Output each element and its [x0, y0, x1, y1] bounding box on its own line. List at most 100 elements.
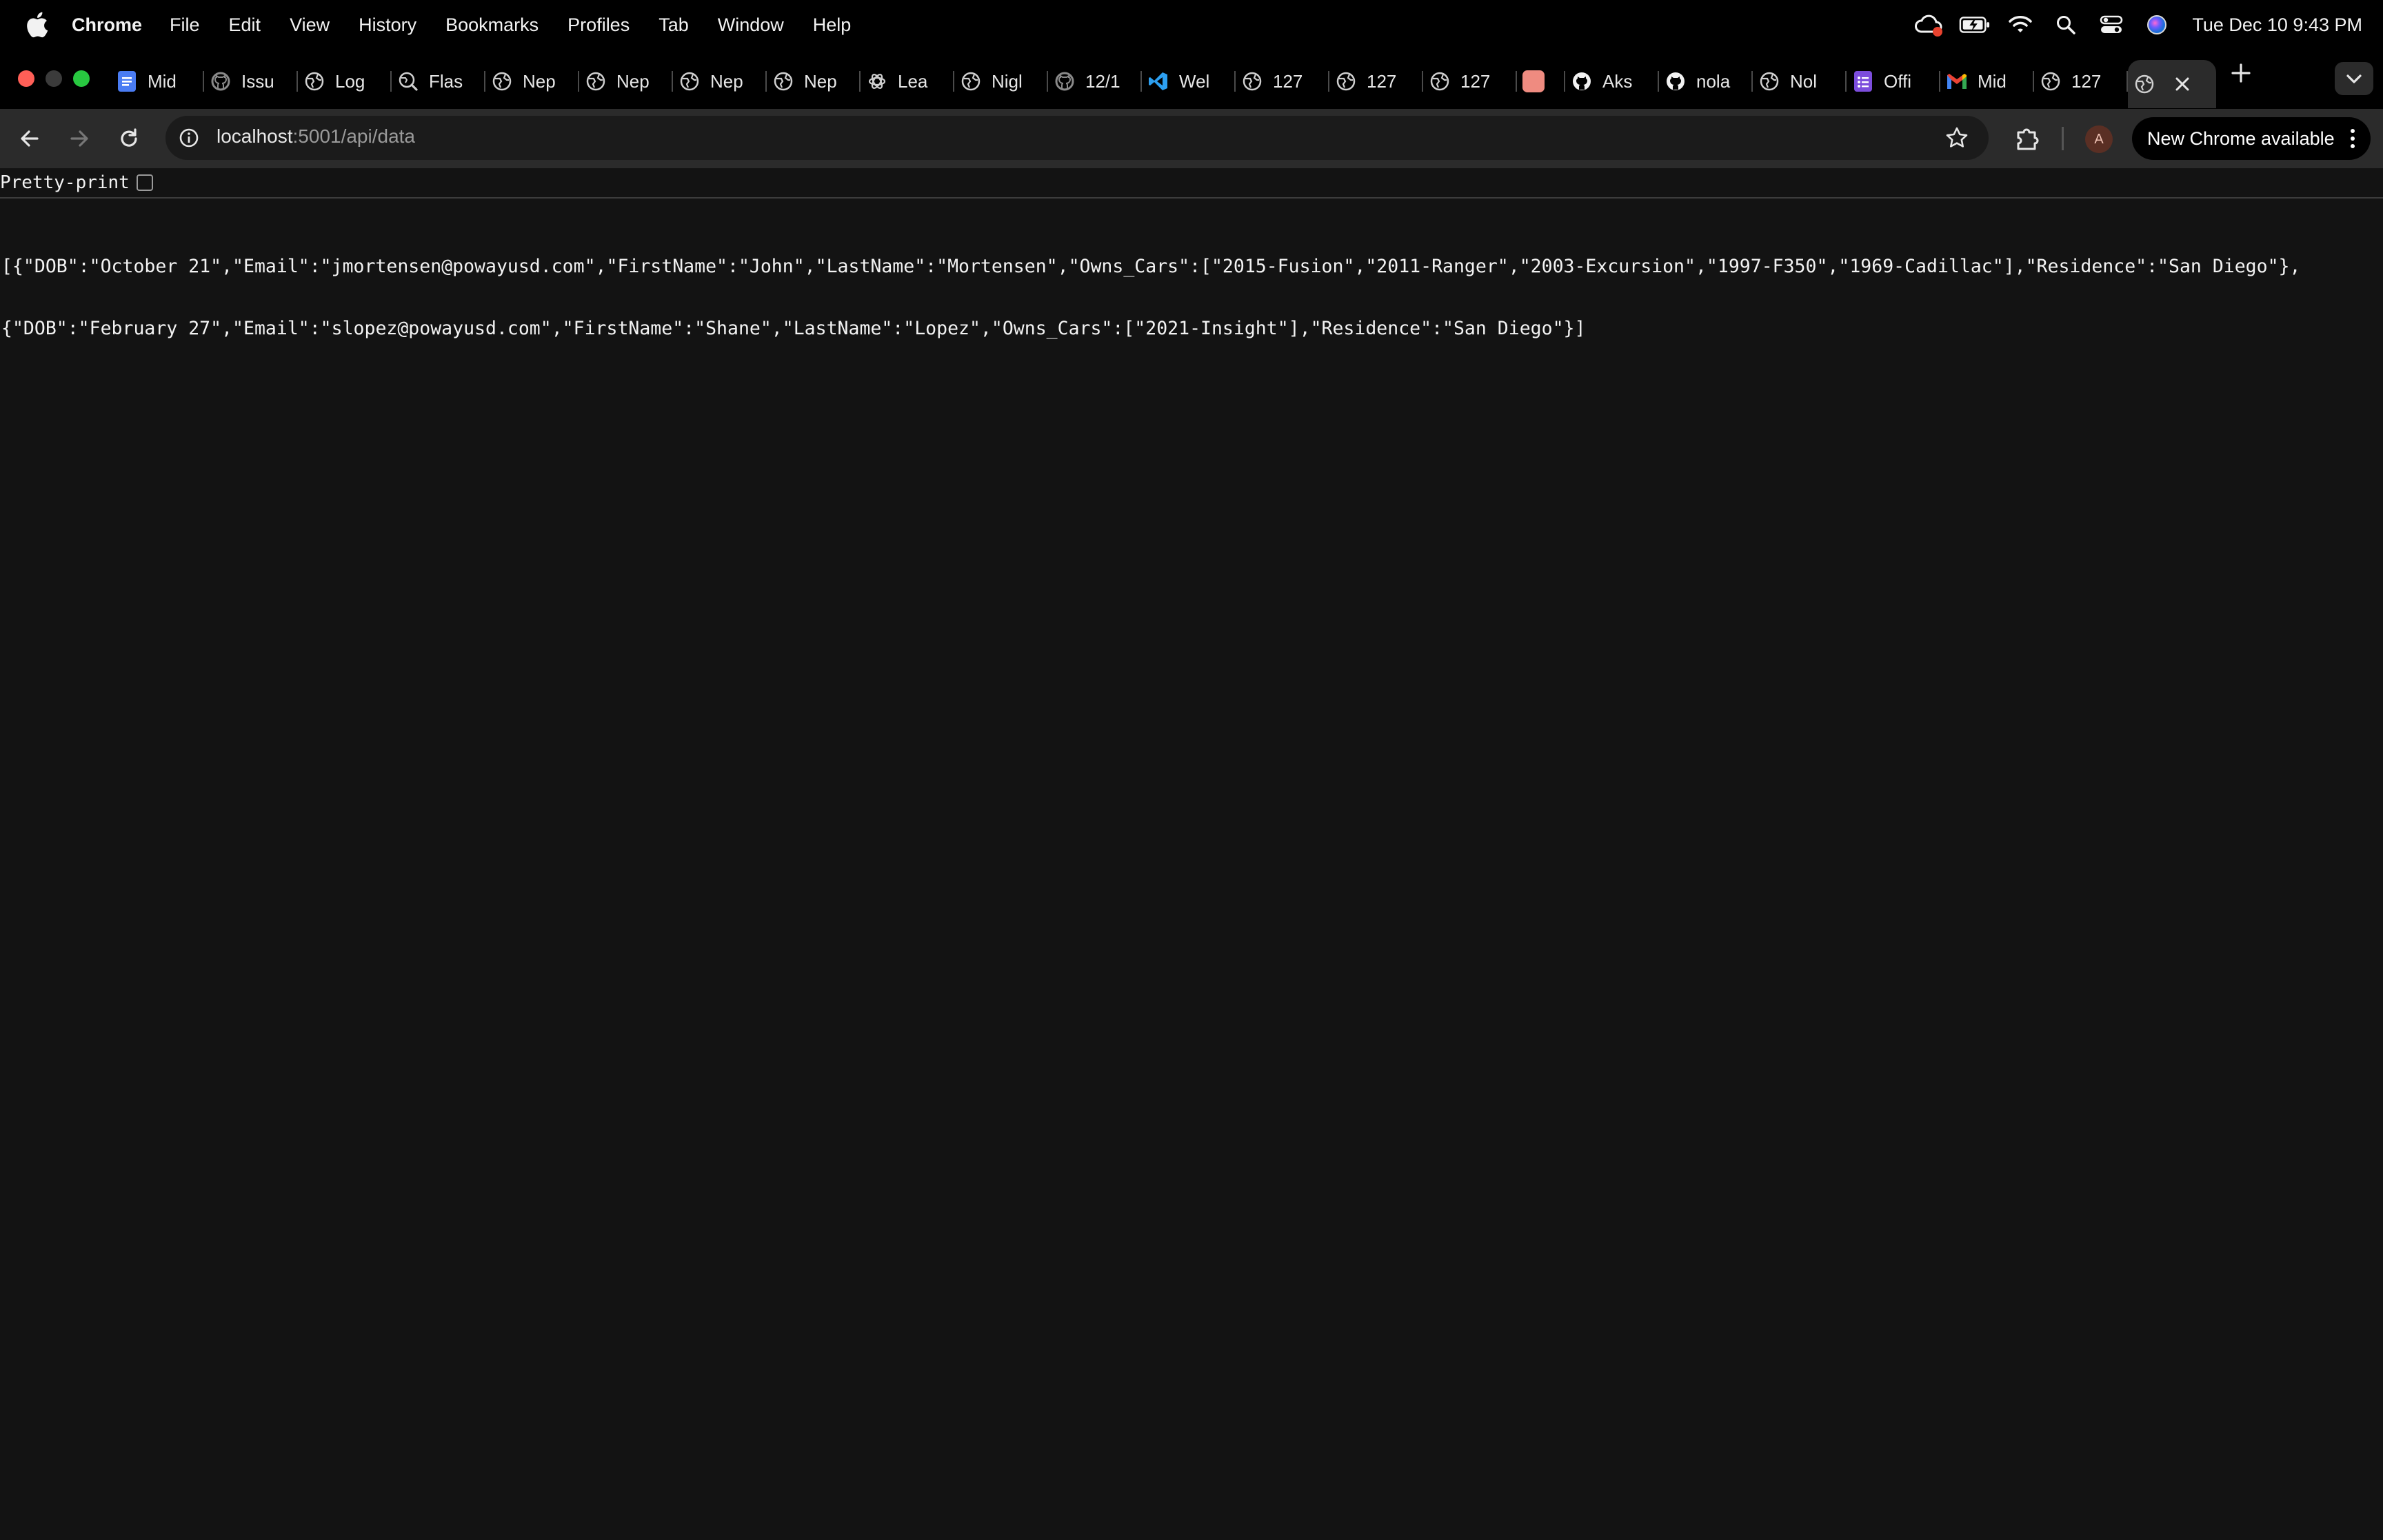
- globe-icon: [585, 70, 607, 92]
- window-zoom-button[interactable]: [73, 70, 90, 87]
- menu-window[interactable]: Window: [718, 14, 784, 36]
- apple-logo-icon[interactable]: [23, 10, 54, 40]
- globe-icon: [491, 70, 513, 92]
- tab-17[interactable]: nola: [1659, 60, 1753, 103]
- tab-list: Mid Issu Log Flas Nep Nep Nep Nep Lea Ni…: [110, 58, 2216, 108]
- tab-title: 127: [1273, 70, 1303, 92]
- siri-icon[interactable]: [2141, 9, 2173, 41]
- site-info-icon[interactable]: [178, 127, 200, 149]
- extensions-puzzle-icon[interactable]: [2012, 123, 2044, 154]
- menu-profiles[interactable]: Profiles: [567, 14, 630, 36]
- wifi-icon[interactable]: [2004, 9, 2036, 41]
- github-icon: [210, 70, 232, 92]
- new-chrome-available-button[interactable]: New Chrome available: [2132, 117, 2371, 160]
- page-content: Pretty-print [{"DOB":"October 21","Email…: [0, 168, 2383, 1540]
- menu-help[interactable]: Help: [813, 14, 852, 36]
- status-area: Tue Dec 10 9:43 PM: [1900, 0, 2362, 50]
- tab-14[interactable]: 127: [1423, 60, 1517, 103]
- tab-search-button[interactable]: [2335, 62, 2373, 95]
- address-bar[interactable]: localhost:5001/api/data: [165, 116, 1989, 160]
- vscode-icon: [1147, 70, 1169, 92]
- tab-0[interactable]: Mid: [110, 60, 204, 103]
- tab-active[interactable]: [2128, 60, 2216, 108]
- battery-charging-icon[interactable]: [1959, 9, 1991, 41]
- tab-5[interactable]: Nep: [579, 60, 673, 103]
- json-line: {"DOB":"February 27","Email":"slopez@pow…: [1, 318, 1586, 339]
- github-icon: [1665, 70, 1687, 92]
- menu-view[interactable]: View: [290, 14, 330, 36]
- close-tab-icon[interactable]: [2173, 75, 2191, 93]
- menu-edit[interactable]: Edit: [229, 14, 261, 36]
- tab-title: nola: [1696, 70, 1731, 92]
- menu-bookmarks[interactable]: Bookmarks: [445, 14, 539, 36]
- control-center-icon[interactable]: [2095, 9, 2127, 41]
- url-text[interactable]: localhost:5001/api/data: [217, 125, 415, 148]
- tab-title: 127: [1460, 70, 1491, 92]
- tab-title: 12/1: [1085, 70, 1120, 92]
- globe-icon: [1241, 70, 1263, 92]
- tab-7[interactable]: Nep: [767, 60, 861, 103]
- globe-icon: [2133, 73, 2155, 95]
- openai-icon: [866, 70, 888, 92]
- menu-app-name[interactable]: Chrome: [72, 14, 142, 36]
- pretty-print-checkbox[interactable]: [136, 174, 153, 191]
- creative-cloud-icon[interactable]: [1913, 9, 1945, 41]
- tab-title: Nol: [1790, 70, 1818, 92]
- tab-21[interactable]: 127: [2034, 60, 2128, 103]
- tab-15[interactable]: [1517, 60, 1565, 103]
- tab-10[interactable]: 12/1: [1048, 60, 1142, 103]
- gmail-icon: [1946, 70, 1968, 92]
- tab-3[interactable]: Flas: [392, 60, 485, 103]
- tab-title: Offi: [1884, 70, 1911, 92]
- profile-avatar[interactable]: A: [2085, 125, 2113, 153]
- globe-icon: [303, 70, 325, 92]
- reload-icon: [121, 128, 137, 147]
- tab-2[interactable]: Log: [298, 60, 392, 103]
- menu-history[interactable]: History: [359, 14, 416, 36]
- globe-icon: [1758, 70, 1780, 92]
- spotlight-search-icon[interactable]: [2050, 9, 2082, 41]
- globe-icon: [2040, 70, 2062, 92]
- tab-8[interactable]: Lea: [861, 60, 954, 103]
- window-minimize-button[interactable]: [46, 70, 62, 87]
- tab-11[interactable]: Wel: [1142, 60, 1236, 103]
- tab-6[interactable]: Nep: [673, 60, 767, 103]
- tab-12[interactable]: 127: [1236, 60, 1329, 103]
- forward-button[interactable]: [63, 123, 95, 154]
- globe-icon: [1429, 70, 1451, 92]
- browser-toolbar: localhost:5001/api/data A New Chrome ava…: [0, 109, 2383, 168]
- back-button[interactable]: [14, 123, 46, 154]
- tab-13[interactable]: 127: [1329, 60, 1423, 103]
- tab-16[interactable]: Aks: [1565, 60, 1659, 103]
- tab-title: Nep: [616, 70, 650, 92]
- tab-title: Mid: [1978, 70, 2007, 92]
- tab-title: Nep: [523, 70, 556, 92]
- tab-20[interactable]: Mid: [1940, 60, 2034, 103]
- menu-clock[interactable]: Tue Dec 10 9:43 PM: [2192, 14, 2362, 36]
- tab-title: 127: [2071, 70, 2102, 92]
- globe-icon: [1335, 70, 1357, 92]
- window-close-button[interactable]: [18, 70, 34, 87]
- tab-strip: Mid Issu Log Flas Nep Nep Nep Nep Lea Ni…: [0, 50, 2383, 109]
- tab-title: Flas: [429, 70, 463, 92]
- tab-4[interactable]: Nep: [485, 60, 579, 103]
- update-label: New Chrome available: [2147, 128, 2335, 149]
- tab-title: Nigl: [992, 70, 1023, 92]
- github-icon: [1054, 70, 1076, 92]
- url-path: :5001/api/data: [292, 125, 416, 147]
- tab-18[interactable]: Nol: [1753, 60, 1847, 103]
- pretty-print-bar: Pretty-print: [0, 168, 2383, 199]
- menu-file[interactable]: File: [170, 14, 200, 36]
- menu-tab[interactable]: Tab: [658, 14, 689, 36]
- tab-title: Issu: [241, 70, 274, 92]
- new-tab-plus-icon[interactable]: [2226, 58, 2256, 88]
- tab-19[interactable]: Offi: [1847, 60, 1940, 103]
- forms-icon: [1852, 70, 1874, 92]
- tab-1[interactable]: Issu: [204, 60, 298, 103]
- tab-title: 127: [1367, 70, 1397, 92]
- tab-9[interactable]: Nigl: [954, 60, 1048, 103]
- toolbar-divider: [2062, 127, 2064, 150]
- tab-title: Mid: [148, 70, 177, 92]
- bookmark-star-icon[interactable]: [1944, 125, 1969, 150]
- reload-button[interactable]: [113, 123, 145, 154]
